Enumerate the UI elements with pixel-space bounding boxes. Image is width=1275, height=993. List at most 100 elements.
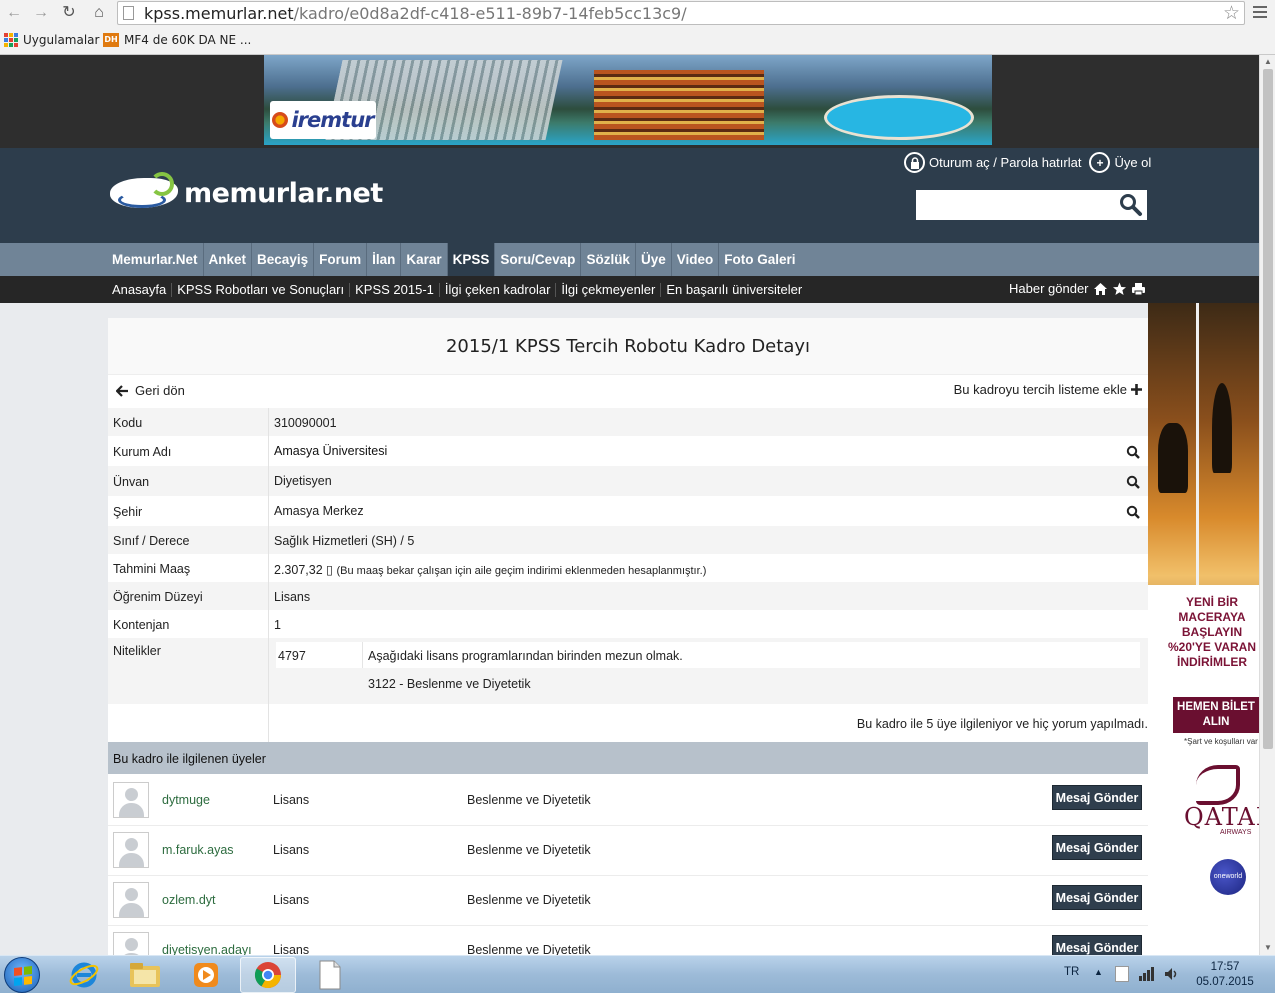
nav-item-anket[interactable]: Anket — [204, 243, 253, 276]
file-explorer-icon[interactable] — [117, 957, 173, 993]
main-navigation: Memurlar.Net Anket Becayiş Forum İlan Ka… — [0, 243, 1259, 276]
qatar-airways-ad[interactable]: YENİ BİR MACERAYA BAŞLAYIN %20'YE VARAN … — [1148, 303, 1259, 955]
nav-item-uye[interactable]: Üye — [636, 243, 672, 276]
start-button[interactable] — [4, 957, 40, 993]
row-value: 1 — [274, 618, 281, 632]
page-scrollbar[interactable]: ▲ ▼ — [1259, 55, 1275, 955]
nav-item-forum[interactable]: Forum — [314, 243, 368, 276]
windows-logo-icon — [14, 966, 32, 986]
subnav-item-anasayfa[interactable]: Anasayfa — [107, 282, 173, 297]
back-button[interactable]: Geri dön — [116, 383, 185, 398]
member-education: Lisans — [273, 893, 310, 907]
bookmark-apps[interactable]: Uygulamalar — [4, 33, 99, 47]
avatar[interactable] — [113, 832, 149, 868]
document-icon[interactable] — [302, 957, 358, 993]
volume-icon[interactable] — [1164, 967, 1180, 981]
page-title: 2015/1 KPSS Tercih Robotu Kadro Detayı — [108, 318, 1148, 375]
member-username[interactable]: dytmuge — [162, 793, 210, 807]
network-icon[interactable] — [1138, 967, 1154, 981]
media-player-icon[interactable] — [178, 957, 234, 993]
salary-note: (Bu maaş bekar çalışan için aile geçim i… — [336, 565, 707, 577]
search-icon[interactable] — [1126, 475, 1140, 489]
scroll-up-icon[interactable]: ▲ — [1264, 57, 1272, 66]
star-icon[interactable] — [1112, 281, 1127, 296]
nav-item-kpss[interactable]: KPSS — [447, 243, 496, 276]
avatar[interactable] — [113, 782, 149, 818]
search-icon[interactable] — [1126, 445, 1140, 459]
iremtur-logo: iremtur — [270, 101, 376, 139]
bookmark-mf4[interactable]: DH MF4 de 60K DA NE ... — [103, 33, 251, 47]
member-username[interactable]: diyetisyen.adayı — [162, 943, 252, 955]
bookmark-star-icon[interactable]: ☆ — [1223, 2, 1240, 25]
home-icon[interactable]: ⌂ — [88, 3, 110, 23]
internet-explorer-icon[interactable] — [56, 957, 112, 993]
chrome-icon[interactable] — [240, 957, 296, 993]
nav-item-karar[interactable]: Karar — [401, 243, 448, 276]
send-message-button[interactable]: Mesaj Gönder — [1052, 785, 1142, 810]
hotel-ad-banner[interactable]: iremtur — [264, 55, 992, 145]
ad-cta-button[interactable]: HEMEN BİLET ALIN — [1173, 697, 1259, 733]
stats-row: Bu kadro ile 5 üye ilgileniyor ve hiç yo… — [108, 704, 1148, 742]
sun-icon — [272, 112, 289, 128]
search-button[interactable] — [1114, 190, 1147, 220]
search-input[interactable] — [916, 190, 1114, 220]
back-arrow-icon[interactable]: ← — [3, 3, 25, 23]
row-value[interactable]: Amasya Üniversitesi — [274, 444, 387, 458]
nav-item-soru-cevap[interactable]: Soru/Cevap — [495, 243, 582, 276]
subnav-item-basarili-uni[interactable]: En başarılı üniversiteler — [661, 282, 807, 297]
send-news-link[interactable]: Haber gönder — [1009, 281, 1089, 296]
tray-expand-icon[interactable]: ▲ — [1094, 967, 1103, 977]
logo-text: memurlar.net — [184, 177, 383, 209]
ad-terms: *Şart ve koşulları var — [1184, 737, 1258, 746]
nav-item-foto-galeri[interactable]: Foto Galeri — [719, 243, 800, 276]
stats-text: Bu kadro ile 5 üye ilgileniyor ve hiç yo… — [856, 717, 1148, 731]
member-username[interactable]: ozlem.dyt — [162, 893, 216, 907]
ad-brand-text: iremtur — [291, 108, 374, 132]
nav-item-sozluk[interactable]: Sözlük — [581, 243, 636, 276]
apps-grid-icon — [4, 33, 18, 47]
subnav-item-ilgi-cekmeyen[interactable]: İlgi çekmeyenler — [556, 282, 662, 297]
row-value[interactable]: Diyetisyen — [274, 474, 332, 488]
nav-item-becayis[interactable]: Becayiş — [252, 243, 315, 276]
language-indicator[interactable]: TR — [1064, 966, 1079, 978]
row-value[interactable]: Amasya Merkez — [274, 504, 364, 518]
row-value: 2.307,32 ▯ (Bu maaş bekar çalışan için a… — [274, 562, 706, 577]
address-bar[interactable]: kpss.memurlar.net/kadro/e0d8a2df-c418-e5… — [117, 1, 1245, 25]
url-text: kpss.memurlar.net/kadro/e0d8a2df-c418-e5… — [144, 4, 687, 23]
avatar[interactable] — [113, 882, 149, 918]
member-program: Beslenme ve Diyetetik — [467, 793, 591, 807]
register-link[interactable]: Üye ol — [1114, 155, 1151, 170]
detail-row-maas: Tahmini Maaş 2.307,32 ▯ (Bu maaş bekar ç… — [108, 554, 1148, 582]
chrome-menu-icon[interactable] — [1250, 3, 1270, 23]
qualification-program: 3122 - Beslenme ve Diyetetik — [368, 677, 531, 691]
send-message-button[interactable]: Mesaj Gönder — [1052, 935, 1142, 955]
nav-item-video[interactable]: Video — [672, 243, 720, 276]
forward-arrow-icon[interactable]: → — [30, 3, 52, 23]
oneworld-logo-icon: oneworld — [1210, 859, 1246, 895]
row-label: Ünvan — [113, 475, 150, 489]
subnav-item-kpss-2015-1[interactable]: KPSS 2015-1 — [350, 282, 440, 297]
scrollbar-thumb[interactable] — [1263, 69, 1273, 749]
nav-item-memurlar[interactable]: Memurlar.Net — [107, 243, 204, 276]
print-icon[interactable] — [1131, 281, 1146, 296]
nav-item-ilan[interactable]: İlan — [367, 243, 402, 276]
member-username[interactable]: m.faruk.ayas — [162, 843, 234, 857]
subnav-item-ilgi-ceken[interactable]: İlgi çeken kadrolar — [440, 282, 557, 297]
home-icon[interactable] — [1093, 281, 1108, 296]
site-logo[interactable]: memurlar.net — [110, 172, 383, 214]
scroll-down-icon[interactable]: ▼ — [1264, 943, 1272, 952]
action-center-icon[interactable] — [1115, 966, 1129, 982]
send-message-button[interactable]: Mesaj Gönder — [1052, 835, 1142, 860]
member-education: Lisans — [273, 793, 310, 807]
avatar[interactable] — [113, 932, 149, 955]
send-message-button[interactable]: Mesaj Gönder — [1052, 885, 1142, 910]
qualification-text: Aşağıdaki lisans programlarından birinde… — [368, 649, 683, 663]
detail-row-sinif: Sınıf / Derece Sağlık Hizmetleri (SH) / … — [108, 526, 1148, 554]
reload-icon[interactable]: ↻ — [58, 3, 80, 23]
clock[interactable]: 17:57 05.07.2015 — [1195, 960, 1255, 990]
ad-headline: YENİ BİR MACERAYA BAŞLAYIN %20'YE VARAN … — [1168, 595, 1256, 669]
login-link[interactable]: Oturum aç / Parola hatırlat — [929, 155, 1081, 170]
subnav-item-robotlar[interactable]: KPSS Robotları ve Sonuçları — [172, 282, 351, 297]
search-icon[interactable] — [1126, 505, 1140, 519]
add-to-preference-button[interactable]: Bu kadroyu tercih listeme ekle — [954, 382, 1142, 397]
